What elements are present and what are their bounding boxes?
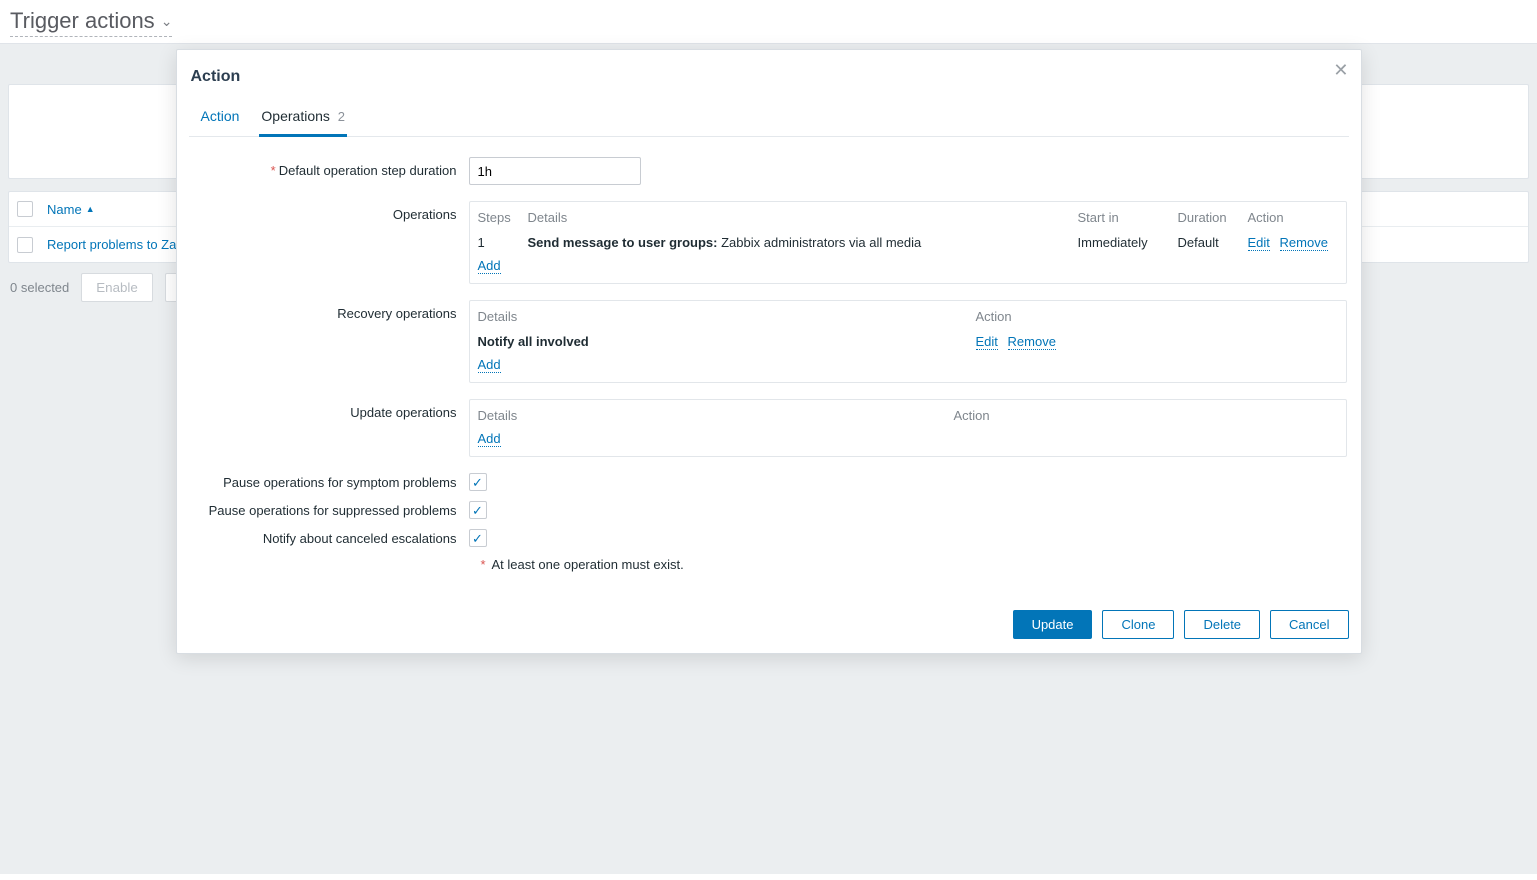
label-default-step: *Default operation step duration	[191, 157, 469, 178]
col-startin: Start in	[1078, 210, 1178, 225]
tab-operations[interactable]: Operations 2	[259, 102, 347, 137]
page-header: Trigger actions ⌄	[0, 0, 1537, 44]
tab-action[interactable]: Action	[199, 102, 242, 136]
cell-actions: Edit Remove	[1248, 235, 1338, 250]
page-title-dropdown[interactable]: Trigger actions ⌄	[10, 8, 172, 37]
tab-operations-badge: 2	[338, 109, 345, 124]
tab-operations-label: Operations	[261, 108, 329, 124]
operations-box: Steps Details Start in Duration Action 1…	[469, 201, 1347, 284]
op-add-link[interactable]: Add	[478, 258, 501, 274]
rec-edit-link[interactable]: Edit	[976, 334, 998, 350]
rec-add-link[interactable]: Add	[478, 357, 501, 373]
page-title-text: Trigger actions	[10, 8, 155, 34]
modal-footer: Update Clone Delete Cancel	[189, 610, 1349, 639]
tab-action-label: Action	[201, 108, 240, 124]
op-remove-link[interactable]: Remove	[1280, 235, 1328, 251]
col-duration: Duration	[1178, 210, 1248, 225]
checkbox-pause-suppressed[interactable]: ✓	[469, 501, 487, 519]
row-recovery-ops: Recovery operations Details Action Notif…	[191, 300, 1347, 383]
cell-startin: Immediately	[1078, 235, 1178, 250]
upd-add-link[interactable]: Add	[478, 431, 501, 447]
clone-button[interactable]: Clone	[1102, 610, 1174, 639]
close-icon[interactable]: ✕	[1333, 60, 1348, 81]
default-step-input[interactable]	[469, 157, 641, 185]
row-update-ops: Update operations Details Action Add	[191, 399, 1347, 457]
cancel-button[interactable]: Cancel	[1270, 610, 1348, 639]
row-notify-canceled: Notify about canceled escalations ✓	[191, 529, 1347, 547]
rec-col-details: Details	[478, 309, 976, 324]
cell-steps: 1	[478, 235, 528, 250]
row-default-step: *Default operation step duration	[191, 157, 1347, 185]
recovery-header: Details Action	[478, 307, 1338, 332]
upd-col-action: Action	[954, 408, 1338, 423]
row-pause-symptom: Pause operations for symptom problems ✓	[191, 473, 1347, 491]
label-notify-canceled: Notify about canceled escalations	[191, 529, 469, 546]
update-add-row: Add	[478, 431, 1338, 446]
label-pause-suppressed: Pause operations for suppressed problems	[191, 501, 469, 518]
cell-details-bold: Send message to user groups:	[528, 235, 718, 250]
required-asterisk-footnote: *	[481, 557, 486, 572]
required-asterisk: *	[271, 163, 276, 178]
col-action: Action	[1248, 210, 1338, 225]
col-details: Details	[528, 210, 1078, 225]
page-body: Name ▲ Report problems to Zabbix a 0 sel…	[0, 44, 1537, 874]
label-pause-symptom: Pause operations for symptom problems	[191, 473, 469, 490]
chevron-down-icon: ⌄	[161, 13, 173, 30]
row-pause-suppressed: Pause operations for suppressed problems…	[191, 501, 1347, 519]
label-operations: Operations	[191, 201, 469, 222]
checkbox-pause-symptom[interactable]: ✓	[469, 473, 487, 491]
row-operations: Operations Steps Details Start in Durati…	[191, 201, 1347, 284]
delete-button[interactable]: Delete	[1184, 610, 1260, 639]
upd-col-details: Details	[478, 408, 954, 423]
footnote-text: At least one operation must exist.	[491, 557, 683, 572]
rec-col-action: Action	[976, 309, 1338, 324]
modal-form: *Default operation step duration Operati…	[189, 137, 1349, 572]
col-steps: Steps	[478, 210, 528, 225]
update-button[interactable]: Update	[1013, 610, 1093, 639]
recovery-row: Notify all involved Edit Remove	[478, 332, 1338, 357]
modal-overlay: ✕ Action Action Operations 2 *Default op…	[0, 49, 1537, 874]
operations-header: Steps Details Start in Duration Action	[478, 208, 1338, 233]
recovery-add-row: Add	[478, 357, 1338, 372]
footnote: * At least one operation must exist.	[481, 557, 1347, 572]
update-header: Details Action	[478, 406, 1338, 431]
rec-cell-details: Notify all involved	[478, 334, 976, 349]
rec-cell-actions: Edit Remove	[976, 334, 1338, 349]
cell-details-rest: Zabbix administrators via all media	[718, 235, 922, 250]
operations-row: 1 Send message to user groups: Zabbix ad…	[478, 233, 1338, 258]
label-recovery-ops: Recovery operations	[191, 300, 469, 321]
modal-title: Action	[191, 68, 1349, 86]
recovery-box: Details Action Notify all involved Edit …	[469, 300, 1347, 383]
action-modal: ✕ Action Action Operations 2 *Default op…	[176, 49, 1362, 654]
label-update-ops: Update operations	[191, 399, 469, 420]
operations-add-row: Add	[478, 258, 1338, 273]
cell-details: Send message to user groups: Zabbix admi…	[528, 235, 1078, 250]
checkbox-notify-canceled[interactable]: ✓	[469, 529, 487, 547]
rec-remove-link[interactable]: Remove	[1008, 334, 1056, 350]
modal-tabs: Action Operations 2	[189, 102, 1349, 137]
op-edit-link[interactable]: Edit	[1248, 235, 1270, 251]
update-box: Details Action Add	[469, 399, 1347, 457]
cell-duration: Default	[1178, 235, 1248, 250]
